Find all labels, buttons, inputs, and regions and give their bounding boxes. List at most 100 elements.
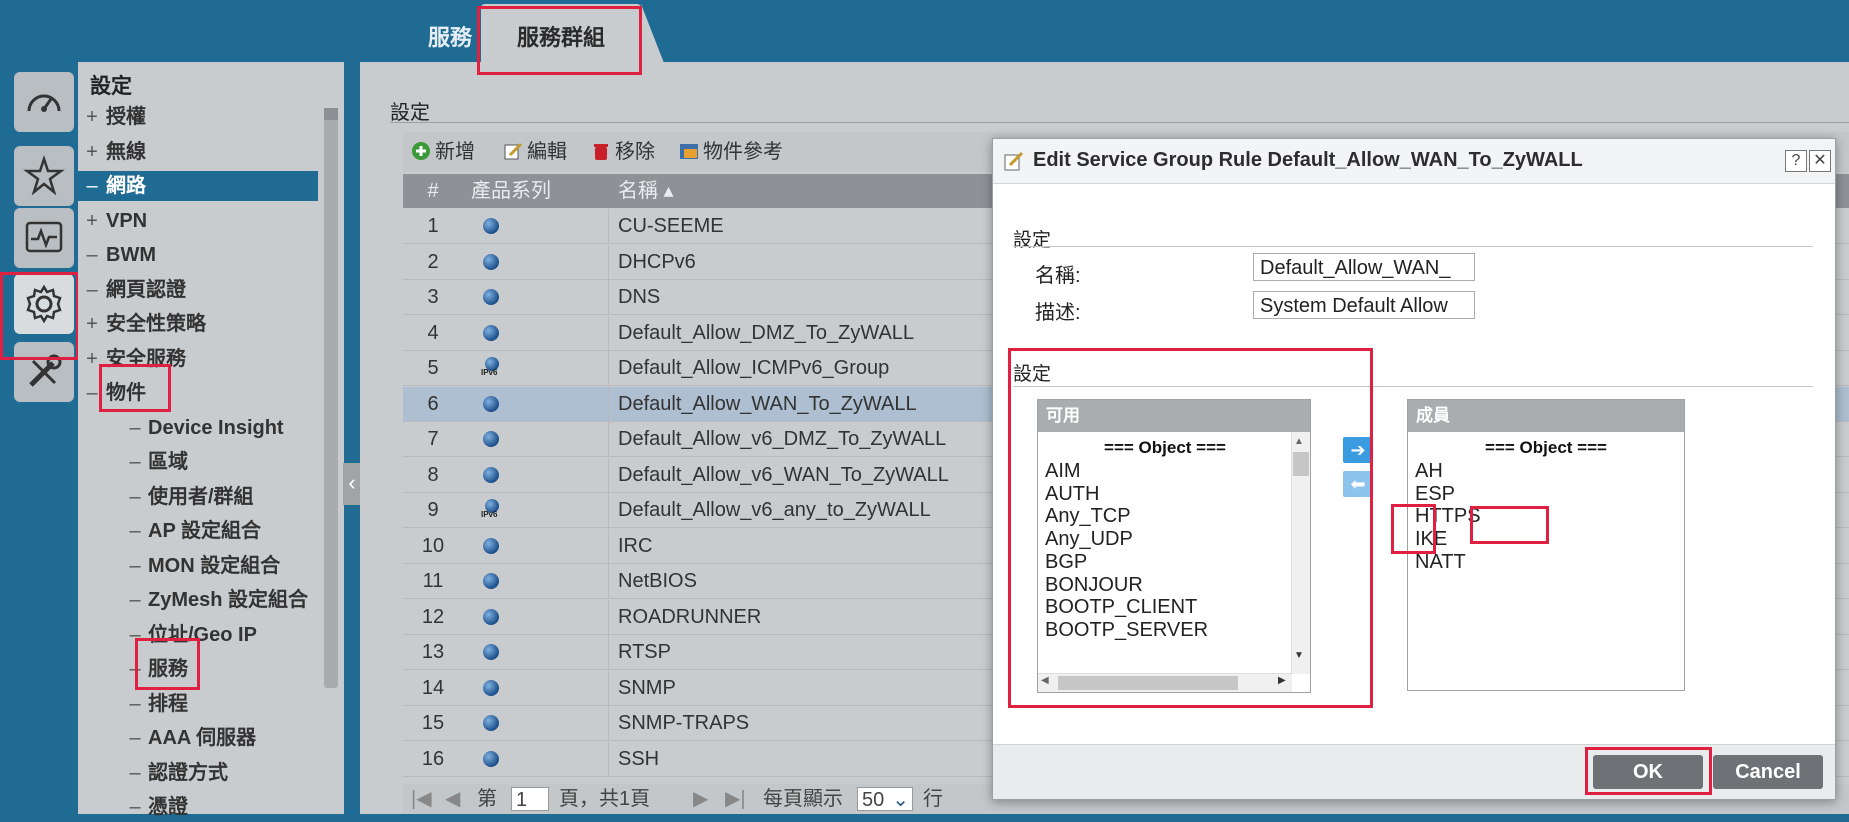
globe-icon [471,209,531,243]
ipv6-icon-text: IPv6 [481,368,498,377]
globe-icon [483,679,499,696]
sidebar-item[interactable]: – 排程 [78,689,362,719]
next-page-icon[interactable]: ▶ [693,784,708,814]
pulse-icon[interactable] [14,208,74,268]
tools-icon[interactable] [14,342,74,402]
sidebar-item[interactable]: – 位址/Geo IP [78,620,362,650]
row-number: 6 [427,392,439,415]
available-list[interactable]: 可用 === Object === AIM AUTH Any_TCP Any_UDP B… [1037,399,1311,693]
globe-icon [483,218,499,234]
scroll-up-icon[interactable]: ▲ [1294,436,1304,447]
globe-icon [483,431,499,447]
dashboard-icon[interactable] [14,72,74,132]
available-scroll-thumb[interactable] [1293,452,1309,476]
members-divider [1013,386,1813,387]
list-item[interactable]: NATT [1415,549,1466,575]
sidebar-item[interactable]: + 安全性策略 [78,309,318,339]
sidebar-item[interactable]: – 物件 [78,378,318,408]
scroll-left-icon[interactable]: ◀ [1041,675,1049,686]
sidebar-item[interactable]: – 認證方式 [78,758,362,788]
edit-button[interactable]: 編輯 [503,132,567,172]
sidebar-scrollbar[interactable] [324,108,338,688]
row-number: 13 [421,641,445,663]
globe-icon [471,742,531,776]
sidebar-item[interactable]: – 服務 [78,654,362,684]
available-hscrollbar[interactable]: ◀ ▶ [1038,673,1292,692]
row-number: 1 [427,215,439,237]
help-icon[interactable]: ? [1785,150,1807,172]
sidebar-item[interactable]: + 無線 [78,137,318,167]
collapse-sidebar-button[interactable]: ‹ [343,463,361,505]
sidebar-item[interactable]: – 憑證 [78,792,362,822]
name-field[interactable]: Default_Allow_WAN_ [1253,253,1475,281]
trash-icon [591,135,611,160]
sidebar-item[interactable]: – AAA 伺服器 [78,723,362,753]
sidebar-item-toggle: – [129,692,141,715]
add-member-arrow-button[interactable]: ➔ [1343,437,1373,463]
sidebar-item[interactable]: – 使用者/群組 [78,482,362,512]
sidebar-item-label: 安全性策略 [106,313,206,335]
globe-icon [483,608,499,625]
col-header-family[interactable]: 產品系列 [471,174,601,208]
remove-member-arrow-button[interactable]: ⬅ [1343,471,1373,497]
object-reference-button[interactable]: 物件參考 [679,132,783,172]
row-number: 8 [427,463,439,486]
sidebar-item-toggle: – [129,589,141,611]
sidebar-item[interactable]: – BWM [78,240,318,270]
edit-service-group-dialog: Edit Service Group Rule Default_Allow_WA… [992,138,1836,800]
row-number: 7 [427,428,439,450]
list-item[interactable]: BOOTP_SERVER [1045,617,1208,643]
add-icon [411,135,431,160]
sidebar-item[interactable]: – 網頁認證 [78,275,318,305]
prev-page-icon[interactable]: ◀ [445,784,460,814]
column-divider [608,493,609,527]
remove-button[interactable]: 移除 [591,132,655,172]
sidebar-item-label: 憑證 [148,796,188,818]
page-input[interactable]: 1 [511,787,549,811]
add-button[interactable]: 新增 [411,132,475,172]
cancel-button[interactable]: Cancel [1713,755,1823,789]
page-total: 頁，共1頁 [559,788,651,810]
sidebar-item[interactable]: + 安全服務 [78,344,318,374]
first-page-icon[interactable]: |◀ [411,784,432,814]
sidebar-scroll-up[interactable] [324,108,338,120]
globe-icon [483,253,499,270]
available-vscrollbar[interactable]: ▲ ▼ [1291,432,1310,674]
sidebar-item[interactable]: – AP 設定組合 [78,516,362,546]
column-divider [608,209,609,243]
ipv6-icon: IPv6 [481,499,503,519]
sidebar-item-toggle: + [86,209,98,232]
members-list[interactable]: 成員 === Object === AH ESP HTTPS IKE NATT [1407,399,1685,691]
sidebar-item[interactable]: + 授權 [78,102,318,132]
sidebar-item[interactable]: – 網路 [78,171,318,201]
scroll-right-icon[interactable]: ▶ [1278,675,1286,686]
sidebar-item-label: Device Insight [148,416,284,439]
gear-icon[interactable] [14,274,74,334]
column-divider [608,244,609,279]
sidebar-item-label: 網路 [106,175,146,197]
dialog-titlebar: Edit Service Group Rule Default_Allow_WA… [993,139,1835,184]
chevron-down-icon: ⌄ [892,789,909,811]
available-hscroll-thumb[interactable] [1058,676,1238,690]
scroll-down-icon[interactable]: ▼ [1294,650,1304,661]
globe-icon [483,324,499,341]
sidebar-item-label: 授權 [106,106,146,128]
per-page-select[interactable]: 50 ⌄ [857,787,913,811]
sidebar-item-toggle: + [86,106,98,128]
sidebar-item[interactable]: – 區域 [78,447,362,477]
sidebar-item-label: 物件 [106,382,146,404]
close-icon[interactable]: ✕ [1809,150,1831,172]
icon-rail [0,62,78,814]
sidebar-item[interactable]: – Device Insight [78,413,362,443]
last-page-icon[interactable]: ▶| [725,784,746,814]
members-section-title: 設定 [1013,364,1052,385]
col-header-num[interactable]: # [403,174,463,208]
sidebar-item[interactable]: + VPN [78,206,318,236]
sidebar-item[interactable]: – ZyMesh 設定組合 [78,585,362,615]
description-field[interactable]: System Default Allow [1253,291,1475,319]
sidebar-item[interactable]: – MON 設定組合 [78,551,362,581]
monitor-star-icon[interactable] [14,146,74,206]
ok-button[interactable]: OK [1593,755,1703,789]
globe-icon [483,537,499,554]
sidebar-item-toggle: – [129,727,141,749]
